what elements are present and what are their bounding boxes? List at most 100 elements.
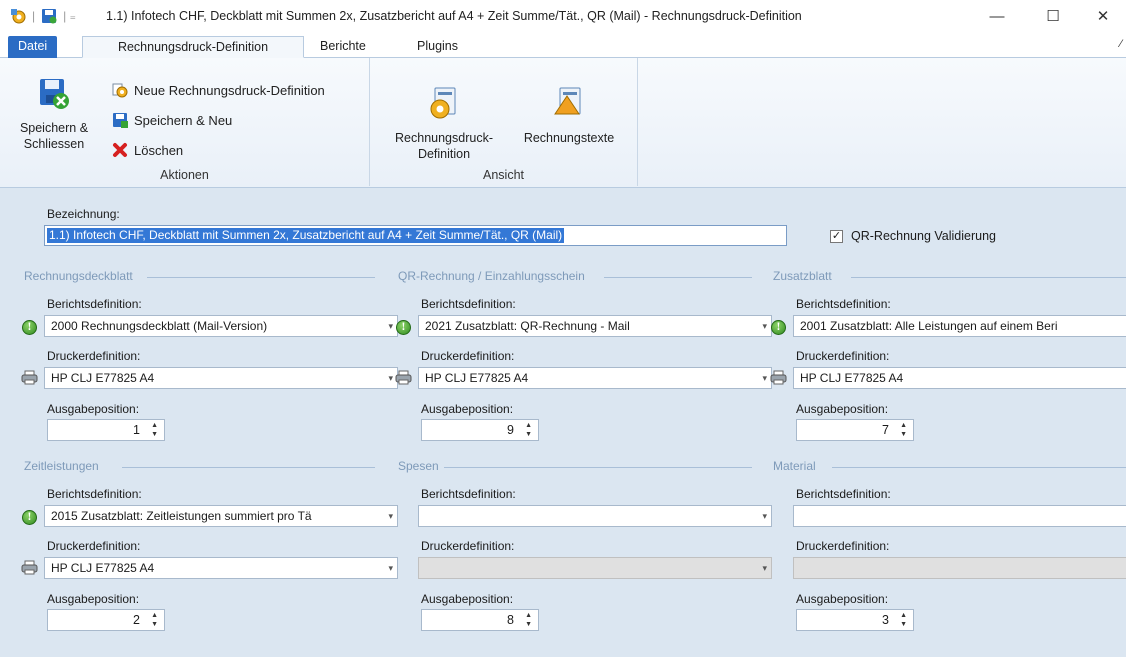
section-title-qr-rechnung: QR-Rechnung / Einzahlungsschein: [398, 269, 585, 283]
definition-view-icon: [430, 87, 456, 119]
chevron-down-icon[interactable]: ▾: [762, 511, 767, 522]
spin-arrows-icon[interactable]: ▲ ▼: [151, 421, 158, 439]
chevron-down-icon[interactable]: ▾: [762, 373, 767, 384]
section-title-zusatzblatt: Zusatzblatt: [773, 269, 832, 283]
bezeichnung-value: 1.1) Infotech CHF, Deckblatt mit Summen …: [47, 228, 565, 243]
new-definition-button[interactable]: Neue Rechnungsdruck-Definition: [112, 82, 325, 98]
output-position-spinner-zeitleistungen[interactable]: 2 ▲ ▼: [47, 609, 165, 631]
report-definition-select-spesen[interactable]: ▾: [418, 505, 772, 527]
output-position-value: 9: [507, 423, 514, 437]
report-definition-select-zeitleistungen[interactable]: 2015 Zusatzblatt: Zeitleistungen summier…: [44, 505, 398, 527]
report-definition-label: Berichtsdefinition:: [421, 297, 516, 311]
save-close-button[interactable]: Speichern & Schliessen: [6, 76, 102, 152]
section-title-rechnungsdeckblatt: Rechnungsdeckblatt: [24, 269, 133, 283]
bezeichnung-label: Bezeichnung:: [47, 207, 120, 221]
output-position-label: Ausgabeposition:: [421, 402, 514, 416]
printer-definition-label: Druckerdefinition:: [421, 539, 515, 553]
output-position-spinner-material[interactable]: 3 ▲ ▼: [796, 609, 914, 631]
view-texts-button[interactable]: Rechnungstexte: [510, 86, 628, 146]
output-position-spinner-spesen[interactable]: 8 ▲ ▼: [421, 609, 539, 631]
info-icon: !: [22, 320, 37, 335]
texts-view-icon: [554, 87, 581, 115]
printer-definition-label: Druckerdefinition:: [796, 539, 890, 553]
qa-customize-icon[interactable]: | ₌: [63, 9, 76, 23]
spin-arrows-icon[interactable]: ▲ ▼: [525, 611, 532, 629]
qr-validation-label: QR-Rechnung Validierung: [851, 229, 996, 243]
chevron-down-icon[interactable]: ▾: [762, 321, 767, 332]
report-definition-value: 2001 Zusatzblatt: Alle Leistungen auf ei…: [800, 319, 1058, 333]
report-definition-label: Berichtsdefinition:: [796, 297, 891, 311]
info-icon: !: [396, 320, 411, 335]
minimize-button[interactable]: —: [974, 0, 1020, 32]
printer-definition-label: Druckerdefinition:: [796, 349, 890, 363]
report-definition-select-zusatzblatt[interactable]: 2001 Zusatzblatt: Alle Leistungen auf ei…: [793, 315, 1126, 337]
gear-new-icon: [112, 83, 128, 98]
report-definition-label: Berichtsdefinition:: [421, 487, 516, 501]
bezeichnung-input[interactable]: 1.1) Infotech CHF, Deckblatt mit Summen …: [44, 225, 787, 246]
printer-definition-select-spesen[interactable]: ▾: [418, 557, 772, 579]
printer-definition-select-zusatzblatt[interactable]: HP CLJ E77825 A4 ▾: [793, 367, 1126, 389]
group-ansicht: Rechnungsdruck-Definition Rechnungstexte…: [370, 58, 638, 186]
tab-berichte[interactable]: Berichte: [310, 36, 376, 58]
section-divider: [147, 277, 375, 278]
output-position-spinner-rechnungsdeckblatt[interactable]: 1 ▲ ▼: [47, 419, 165, 441]
printer-definition-value: HP CLJ E77825 A4: [51, 371, 155, 385]
output-position-value: 3: [882, 613, 889, 627]
save-new-button[interactable]: Speichern & Neu: [112, 112, 232, 128]
output-position-label: Ausgabeposition:: [421, 592, 514, 606]
output-position-value: 1: [133, 423, 140, 437]
section-divider: [121, 467, 375, 468]
report-definition-select-qr-rechnung[interactable]: 2021 Zusatzblatt: QR-Rechnung - Mail ▾: [418, 315, 772, 337]
section-title-zeitleistungen: Zeitleistungen: [24, 459, 99, 473]
ribbon-pin-icon[interactable]: ⁄: [1120, 38, 1122, 50]
quick-access-toolbar: | | ₌: [10, 8, 76, 24]
output-position-label: Ausgabeposition:: [47, 592, 140, 606]
save-icon[interactable]: [41, 8, 57, 24]
view-definition-button[interactable]: Rechnungsdruck-Definition: [380, 86, 508, 162]
close-button[interactable]: ✕: [1080, 0, 1126, 32]
report-definition-select-material[interactable]: ▾: [793, 505, 1126, 527]
printer-definition-select-qr-rechnung[interactable]: HP CLJ E77825 A4 ▾: [418, 367, 772, 389]
spin-arrows-icon[interactable]: ▲ ▼: [900, 421, 907, 439]
printer-definition-select-rechnungsdeckblatt[interactable]: HP CLJ E77825 A4 ▾: [44, 367, 398, 389]
output-position-label: Ausgabeposition:: [796, 592, 889, 606]
ribbon: Speichern & Schliessen Neue Rechnungsdru…: [0, 58, 1126, 188]
section-divider: [832, 467, 1126, 468]
output-position-spinner-zusatzblatt[interactable]: 7 ▲ ▼: [796, 419, 914, 441]
spin-arrows-icon[interactable]: ▲ ▼: [151, 611, 158, 629]
printer-icon: [21, 370, 38, 385]
delete-button[interactable]: Löschen: [112, 142, 183, 158]
printer-icon: [21, 560, 38, 575]
view-texts-label: Rechnungstexte: [523, 131, 615, 145]
output-position-label: Ausgabeposition:: [47, 402, 140, 416]
group-label-ansicht: Ansicht: [483, 168, 524, 182]
report-definition-select-rechnungsdeckblatt[interactable]: 2000 Rechnungsdeckblatt (Mail-Version) ▾: [44, 315, 398, 337]
report-definition-label: Berichtsdefinition:: [47, 297, 142, 311]
spin-arrows-icon[interactable]: ▲ ▼: [900, 611, 907, 629]
chevron-down-icon[interactable]: ▾: [762, 563, 767, 574]
tab-file[interactable]: Datei: [8, 36, 58, 58]
tab-plugins[interactable]: Plugins: [407, 36, 468, 58]
group-label-aktionen: Aktionen: [160, 168, 209, 182]
chevron-down-icon[interactable]: ▾: [388, 321, 393, 332]
maximize-button[interactable]: ☐: [1030, 0, 1076, 32]
spin-arrows-icon[interactable]: ▲ ▼: [525, 421, 532, 439]
tab-rechnungsdruck-definition[interactable]: Rechnungsdruck-Definition: [82, 36, 304, 58]
output-position-spinner-qr-rechnung[interactable]: 9 ▲ ▼: [421, 419, 539, 441]
printer-definition-label: Druckerdefinition:: [47, 539, 141, 553]
ribbon-tabs: Datei Rechnungsdruck-Definition Berichte…: [0, 32, 1126, 58]
qr-validation-check[interactable]: ✓: [830, 229, 843, 243]
printer-definition-value: HP CLJ E77825 A4: [425, 371, 529, 385]
report-definition-label: Berichtsdefinition:: [47, 487, 142, 501]
qr-validation-checkbox[interactable]: ✓ QR-Rechnung Validierung: [830, 229, 996, 243]
chevron-down-icon[interactable]: ▾: [388, 511, 393, 522]
printer-definition-select-material[interactable]: ▾: [793, 557, 1126, 579]
printer-definition-select-zeitleistungen[interactable]: HP CLJ E77825 A4 ▾: [44, 557, 398, 579]
new-definition-icon[interactable]: [10, 8, 26, 24]
output-position-value: 2: [133, 613, 140, 627]
view-definition-text: Rechnungsdruck-Definition: [395, 131, 493, 161]
section-divider: [851, 277, 1126, 278]
chevron-down-icon[interactable]: ▾: [388, 373, 393, 384]
report-definition-label: Berichtsdefinition:: [796, 487, 891, 501]
chevron-down-icon[interactable]: ▾: [388, 563, 393, 574]
